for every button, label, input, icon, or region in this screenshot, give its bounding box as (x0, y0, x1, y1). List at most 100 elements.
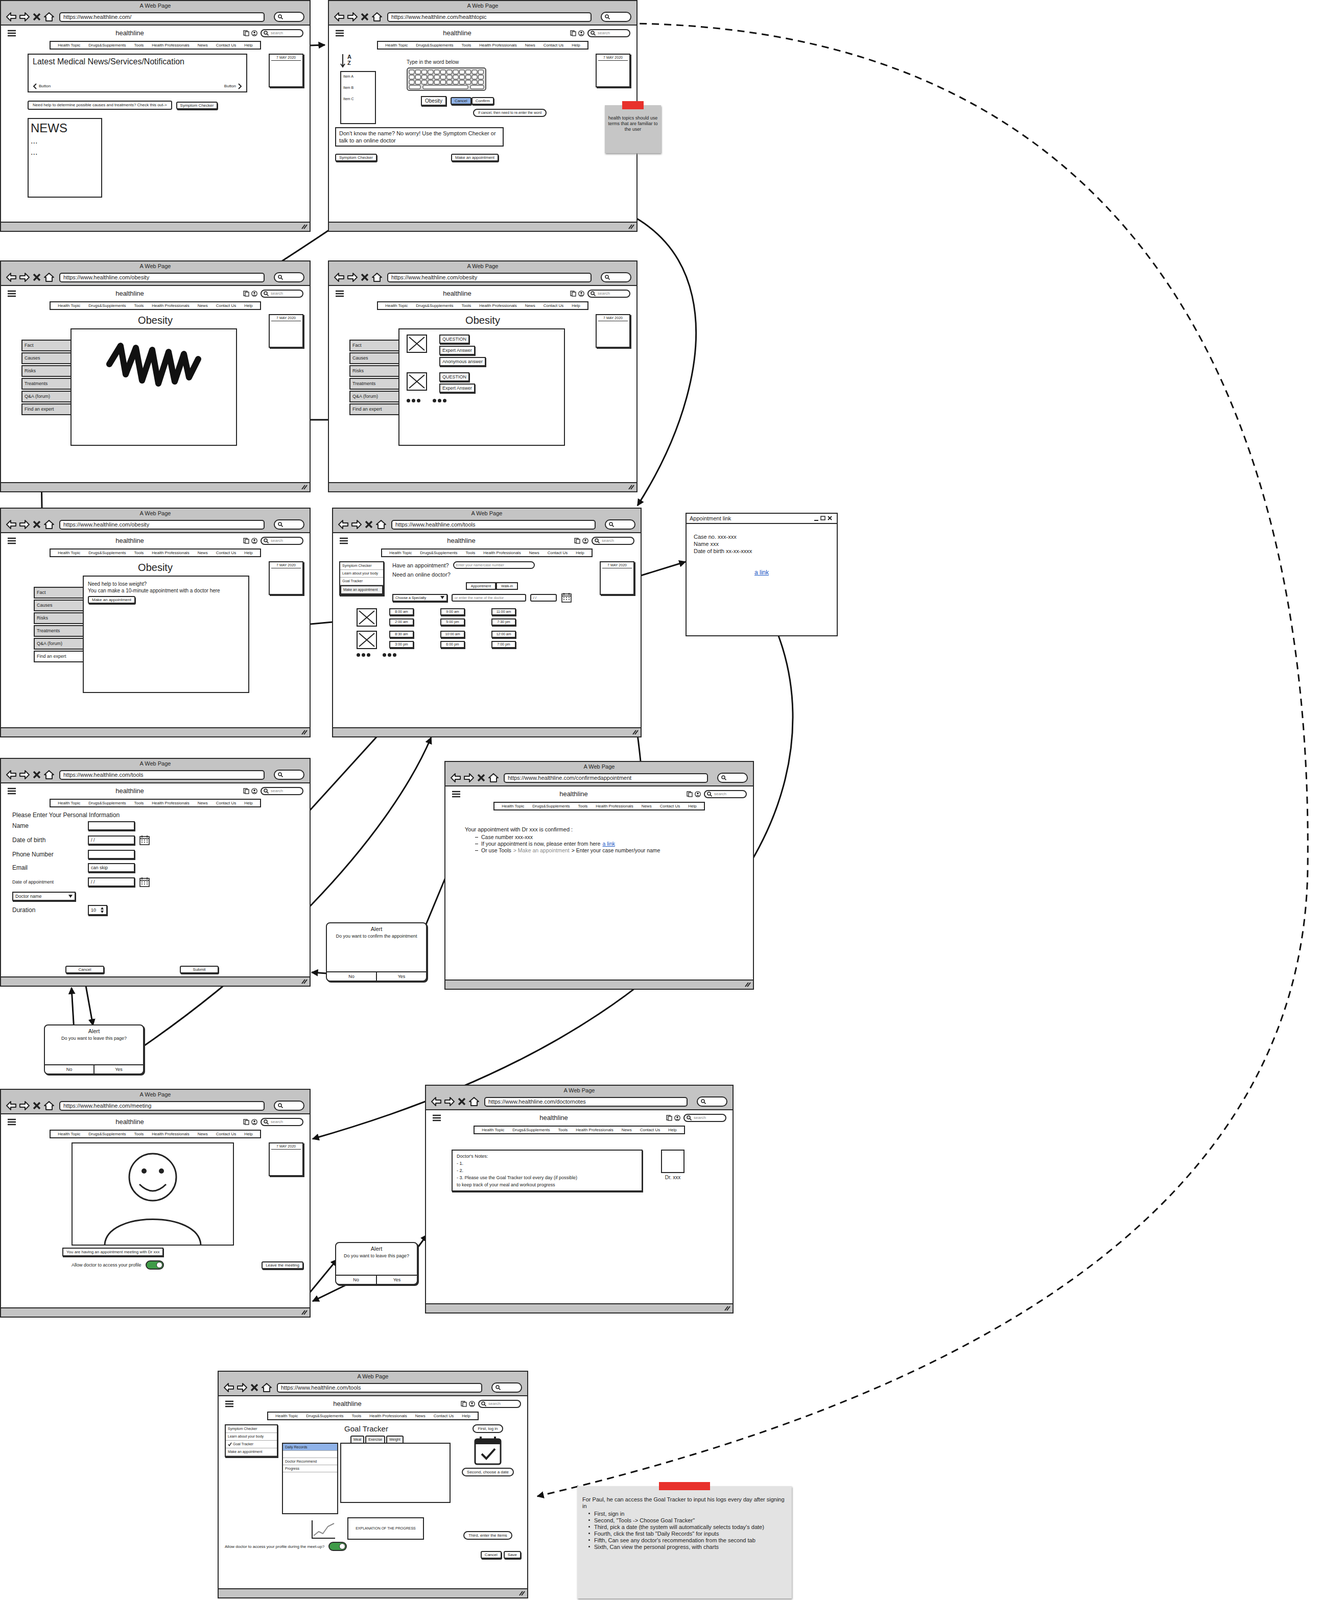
post-label[interactable]: Anonymous answer (439, 357, 486, 367)
nav-item[interactable]: Help (244, 1131, 253, 1138)
nav-item[interactable]: News (197, 302, 208, 309)
nav-item[interactable]: Health Topic (57, 800, 81, 807)
cancel-button[interactable]: Cancel (65, 965, 105, 974)
nav-item[interactable]: Health Topic (481, 1127, 505, 1133)
nav-item[interactable]: News (197, 42, 208, 49)
time-slot[interactable]: 10:00 am (440, 630, 465, 639)
address-bar[interactable]: https://www.healthline.com/doctornotes (484, 1097, 688, 1107)
nav-item[interactable]: Drugs&Supplements (305, 1413, 344, 1420)
pagination-icon[interactable] (382, 653, 397, 657)
leave-meeting-button[interactable]: Leave the meeting (261, 1261, 304, 1270)
nav-item[interactable]: Help (575, 550, 584, 556)
section-item[interactable]: Doctor Recommend (282, 1458, 338, 1466)
nav-item[interactable]: Contact Us (216, 42, 237, 49)
browser-search-box[interactable] (600, 272, 632, 283)
nav-item[interactable]: Drugs&Supplements (88, 302, 126, 309)
side-tab[interactable]: Treatments (21, 378, 71, 390)
nav-item[interactable]: Drugs&Supplements (88, 550, 126, 556)
doctor-dropdown[interactable]: Doctor name (12, 891, 76, 902)
side-tab[interactable]: Find an expert (21, 403, 71, 416)
nav-item[interactable]: Tools (465, 550, 476, 556)
site-search[interactable]: search (587, 289, 631, 298)
no-button[interactable]: No (44, 1065, 94, 1074)
side-tab[interactable]: Find an expert (349, 403, 399, 416)
browser-search-box[interactable] (491, 1382, 523, 1394)
nav-item[interactable]: Help (461, 1413, 470, 1420)
nav-item[interactable]: Contact Us (543, 302, 564, 309)
pagination-icon[interactable] (356, 653, 371, 657)
nav-item[interactable]: News (525, 42, 536, 49)
doctor-name-field[interactable]: or enter the name of the doctor (451, 594, 527, 602)
nav-item[interactable]: Contact Us (433, 1413, 455, 1420)
input-field[interactable] (87, 821, 135, 831)
side-tab[interactable]: Causes (21, 352, 71, 365)
menu-item[interactable]: Learn about your body (225, 1433, 277, 1442)
site-logo[interactable]: healthline (19, 535, 241, 547)
nav-item[interactable]: Health Professionals (483, 550, 521, 556)
site-search[interactable]: search (260, 1118, 304, 1127)
yes-button[interactable]: Yes (375, 1276, 417, 1285)
nav-item[interactable]: Health Professionals (151, 800, 190, 807)
input-field[interactable]: 10 (87, 905, 108, 916)
time-slot[interactable]: 9:00 am (440, 608, 465, 616)
browser-search-box[interactable] (696, 1096, 728, 1107)
nav-item[interactable]: Tools (134, 42, 145, 49)
save-button[interactable]: Save (503, 1551, 522, 1560)
nav-item[interactable]: Tools (558, 1127, 569, 1133)
menu-item[interactable]: Goal Tracker (340, 577, 384, 586)
nav-item[interactable]: Contact Us (640, 1127, 661, 1133)
record-tab[interactable]: Meal (350, 1435, 365, 1444)
site-search[interactable]: search (260, 787, 304, 796)
nav-item[interactable]: News (529, 550, 540, 556)
side-tab[interactable]: Q&A (forum) (21, 390, 71, 403)
date-field[interactable]: / / (530, 594, 557, 602)
case-search-field[interactable]: Enter your name/case number (453, 561, 535, 570)
site-search[interactable]: search (478, 1400, 522, 1409)
nav-item[interactable]: Contact Us (216, 550, 237, 556)
nav-item[interactable]: Drugs&Supplements (88, 800, 126, 807)
yes-button[interactable]: Yes (93, 1065, 144, 1074)
previous-button[interactable]: Button (32, 83, 51, 90)
address-bar[interactable]: https://www.healthline.com/obesity (387, 272, 592, 283)
symptom-checker-button[interactable]: Symptom Checker (176, 101, 219, 110)
address-bar[interactable]: https://www.healthline.com/confirmedappo… (503, 773, 708, 784)
record-tab[interactable]: Weight (386, 1435, 404, 1444)
site-logo[interactable]: healthline (347, 288, 568, 299)
nav-item[interactable]: News (641, 803, 652, 810)
nav-item[interactable]: Health Professionals (479, 42, 517, 49)
site-logo[interactable]: healthline (463, 789, 684, 800)
nav-item[interactable]: Drugs&Supplements (512, 1127, 550, 1133)
site-logo[interactable]: healthline (19, 288, 241, 299)
nav-item[interactable]: Health Topic (385, 302, 408, 309)
nav-item[interactable]: Health Topic (57, 42, 81, 49)
browser-search-box[interactable] (600, 11, 632, 22)
address-bar[interactable]: https://www.healthline.com/obesity (59, 272, 265, 283)
address-bar[interactable]: https://www.healthline.com/ (59, 12, 265, 22)
site-search[interactable]: search (703, 790, 747, 799)
side-tab[interactable]: Q&A (forum) (349, 390, 399, 403)
nav-item[interactable]: Health Topic (57, 302, 81, 309)
symptom-checker-button[interactable]: Symptom Checker (335, 153, 377, 162)
confirm-button[interactable]: Confirm (471, 97, 494, 105)
nav-item[interactable]: Tools (351, 1413, 362, 1420)
menu-item[interactable]: Learn about your body (340, 570, 384, 578)
site-search[interactable]: search (587, 29, 631, 38)
post-label[interactable]: QUESTION (439, 372, 470, 382)
cancel-button[interactable]: Cancel (480, 1551, 502, 1560)
address-bar[interactable]: https://www.healthline.com/tools (391, 520, 596, 530)
nav-item[interactable]: Tools (134, 550, 145, 556)
site-logo[interactable]: healthline (237, 1399, 458, 1410)
nav-item[interactable]: News (621, 1127, 632, 1133)
sort-icon[interactable]: AZ (340, 53, 376, 68)
menu-item[interactable]: Make an appointment (225, 1448, 277, 1457)
post-label[interactable]: Expert Answer (439, 383, 476, 393)
side-tab[interactable]: Treatments (33, 625, 83, 637)
nav-item[interactable]: Tools (134, 800, 145, 807)
nav-item[interactable]: Help (244, 302, 253, 309)
records-panel[interactable] (340, 1443, 451, 1504)
browser-search-box[interactable] (273, 1100, 305, 1112)
input-field[interactable]: / / (87, 877, 135, 887)
time-slot[interactable]: 7:30 pm (491, 618, 516, 626)
nav-item[interactable]: Contact Us (543, 42, 564, 49)
nav-item[interactable]: News (197, 800, 208, 807)
